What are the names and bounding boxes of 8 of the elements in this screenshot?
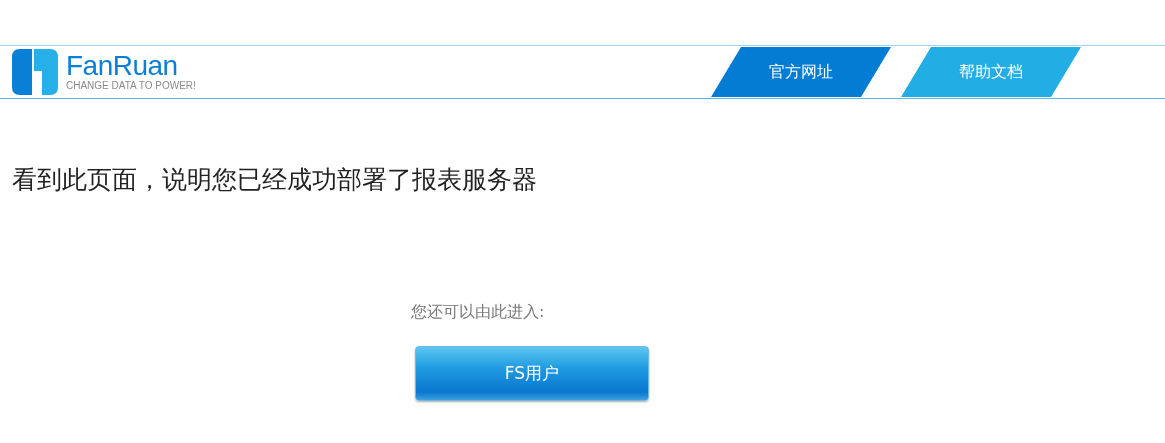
prompt-text: 您还可以由此进入: — [411, 302, 545, 323]
page-heading: 看到此页面，说明您已经成功部署了报表服务器 — [12, 164, 538, 196]
tagline: CHANGE DATA TO POWER! — [66, 80, 196, 92]
nav-link[interactable]: 官方网址 — [711, 47, 891, 97]
nav-link[interactable]: 帮助文档 — [901, 47, 1081, 97]
logo-icon — [10, 47, 60, 97]
brand-name: FanRuan — [66, 52, 179, 80]
fs-user-button[interactable]: FS用户 — [415, 346, 649, 401]
